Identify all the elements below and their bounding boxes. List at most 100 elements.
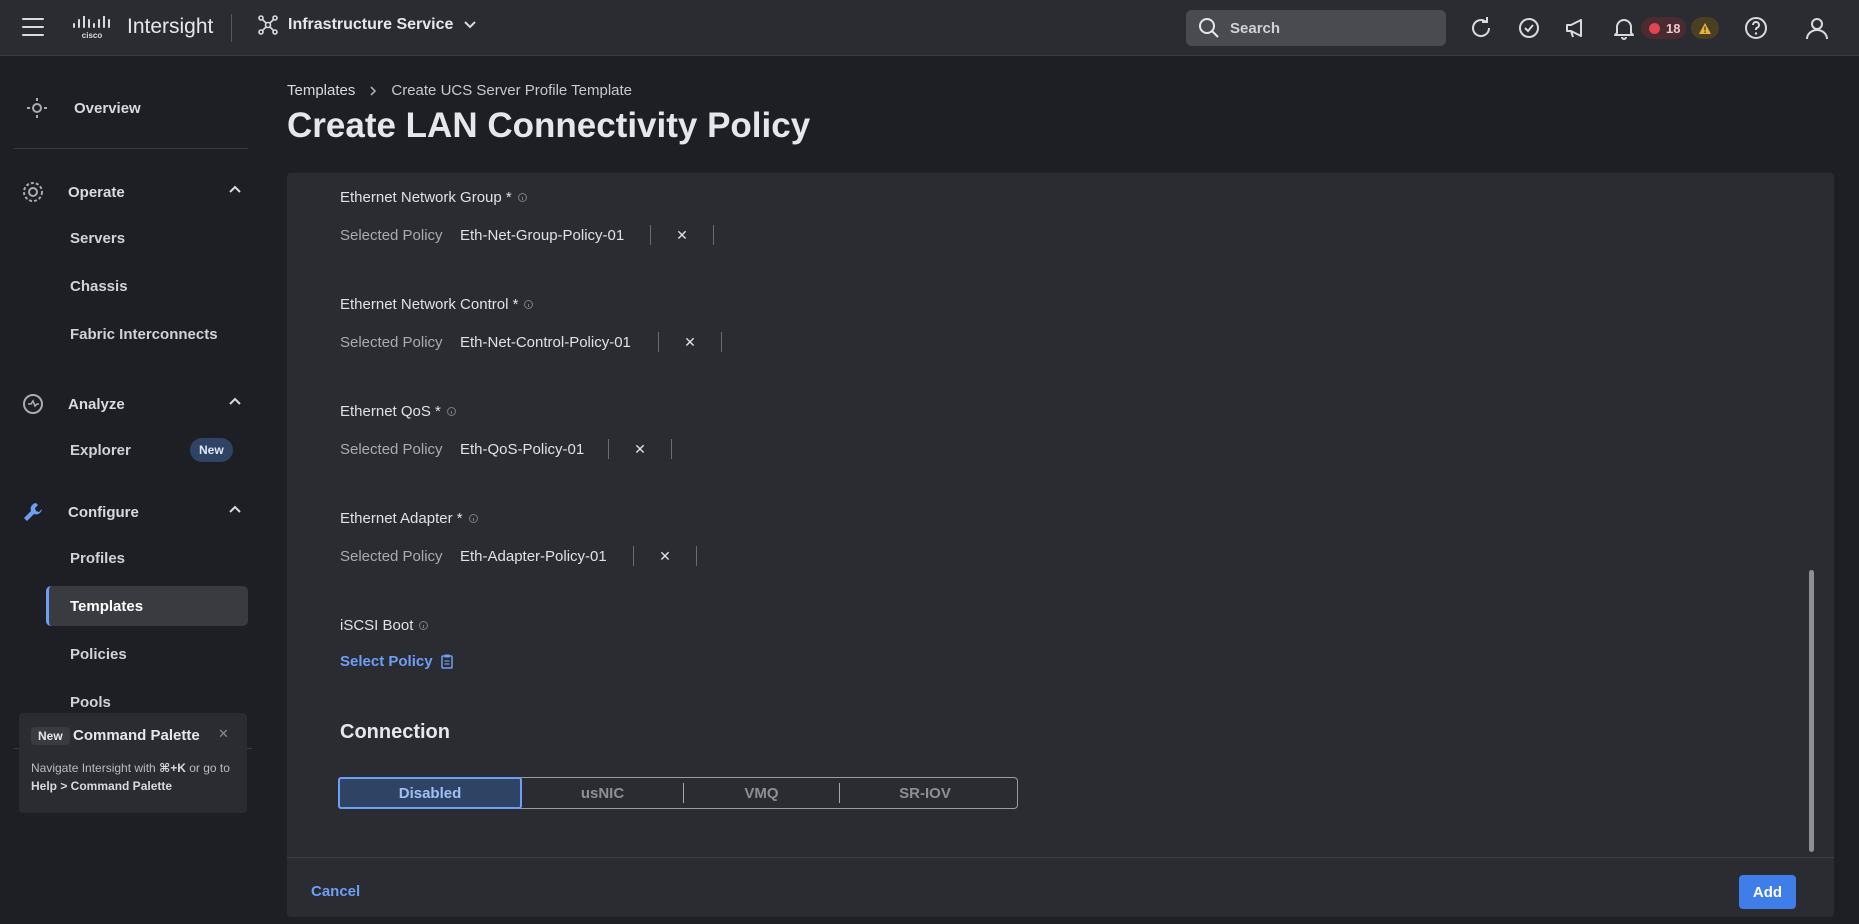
separator bbox=[713, 225, 714, 245]
header-divider bbox=[231, 14, 232, 42]
command-palette-title: Command Palette bbox=[73, 727, 200, 744]
scrollbar[interactable] bbox=[1809, 570, 1814, 852]
segment-usnic[interactable]: usNIC bbox=[522, 778, 683, 808]
connection-title: Connection bbox=[340, 721, 450, 743]
sidebar-item-servers[interactable]: Servers bbox=[70, 230, 125, 247]
breadcrumb-current: Create UCS Server Profile Template bbox=[391, 82, 633, 99]
label-text: iSCSI Boot bbox=[340, 617, 414, 634]
cp-shortcut: ⌘+K bbox=[159, 761, 186, 775]
sidebar-item-policies[interactable]: Policies bbox=[70, 646, 127, 663]
sidebar-item-label: Overview bbox=[74, 99, 141, 117]
warning-badge[interactable] bbox=[1691, 17, 1719, 39]
segment-disabled[interactable]: Disabled bbox=[338, 777, 522, 809]
cancel-button[interactable]: Cancel bbox=[311, 883, 360, 900]
service-switcher[interactable]: Infrastructure Service bbox=[258, 15, 477, 35]
sidebar-item-templates[interactable]: Templates bbox=[70, 598, 143, 615]
analyze-icon bbox=[23, 394, 43, 414]
separator bbox=[671, 439, 672, 459]
bell-icon[interactable] bbox=[1611, 15, 1637, 41]
policy-value[interactable]: Eth-QoS-Policy-01 bbox=[460, 441, 608, 458]
policy-value[interactable]: Eth-Adapter-Policy-01 bbox=[460, 548, 633, 565]
policy-row-eth-network-control: Selected Policy Eth-Net-Control-Policy-0… bbox=[340, 332, 722, 352]
label-text: Ethernet Network Group * bbox=[340, 189, 512, 206]
sidebar-section-configure[interactable]: Configure bbox=[22, 501, 242, 523]
cp-path: Help > Command Palette bbox=[31, 779, 173, 793]
section-label: Analyze bbox=[68, 395, 125, 413]
field-label-eth-network-control: Ethernet Network Control * bbox=[340, 296, 534, 313]
wrench-icon bbox=[24, 503, 42, 521]
field-label-eth-adapter: Ethernet Adapter * bbox=[340, 510, 478, 527]
error-icon bbox=[1649, 22, 1660, 34]
separator bbox=[696, 546, 697, 566]
policy-value[interactable]: Eth-Net-Group-Policy-01 bbox=[460, 227, 650, 244]
field-label-eth-network-group: Ethernet Network Group * bbox=[340, 189, 527, 206]
separator bbox=[721, 332, 722, 352]
sidebar-section-analyze[interactable]: Analyze bbox=[22, 393, 242, 415]
label-text: Ethernet Adapter * bbox=[340, 510, 463, 527]
info-icon[interactable] bbox=[446, 407, 456, 416]
cisco-logo: cisco bbox=[73, 16, 110, 40]
policy-key: Selected Policy bbox=[340, 547, 443, 565]
chevron-up-icon bbox=[229, 397, 241, 405]
sidebar-item-pools[interactable]: Pools bbox=[70, 694, 111, 711]
help-icon[interactable] bbox=[1743, 15, 1769, 41]
clear-icon[interactable]: ✕ bbox=[659, 334, 721, 351]
megaphone-icon[interactable] bbox=[1563, 15, 1589, 41]
warning-icon bbox=[1699, 22, 1711, 34]
new-badge: New bbox=[190, 438, 233, 462]
policy-row-eth-adapter: Selected Policy Eth-Adapter-Policy-01 ✕ bbox=[340, 546, 697, 566]
select-policy-label: Select Policy bbox=[340, 653, 433, 670]
info-icon[interactable] bbox=[468, 514, 478, 523]
policy-value[interactable]: Eth-Net-Control-Policy-01 bbox=[460, 334, 658, 351]
clear-icon[interactable]: ✕ bbox=[634, 548, 696, 565]
sidebar-item-overview[interactable]: Overview bbox=[24, 95, 141, 121]
breadcrumb-link-templates[interactable]: Templates bbox=[287, 82, 355, 99]
refresh-icon[interactable] bbox=[1468, 15, 1494, 41]
top-bar: cisco Intersight Infrastructure Service … bbox=[0, 0, 1859, 56]
search-icon bbox=[1199, 18, 1219, 38]
label-text: Ethernet Network Control * bbox=[340, 296, 519, 313]
policy-row-eth-qos: Selected Policy Eth-QoS-Policy-01 ✕ bbox=[340, 439, 672, 459]
sidebar-divider bbox=[14, 148, 248, 149]
sidebar-item-profiles[interactable]: Profiles bbox=[70, 550, 125, 567]
overview-icon bbox=[27, 98, 47, 118]
command-palette-text: Navigate Intersight with ⌘+K or go to He… bbox=[31, 759, 241, 795]
add-button[interactable]: Add bbox=[1739, 875, 1796, 909]
command-palette-card: New Command Palette ✕ Navigate Intersigh… bbox=[19, 713, 247, 813]
app-title: Intersight bbox=[127, 15, 214, 38]
policy-row-eth-network-group: Selected Policy Eth-Net-Group-Policy-01 … bbox=[340, 225, 714, 245]
check-circle-icon[interactable] bbox=[1516, 15, 1542, 41]
clear-icon[interactable]: ✕ bbox=[651, 227, 713, 244]
field-label-eth-qos: Ethernet QoS * bbox=[340, 403, 456, 420]
document-icon bbox=[440, 654, 453, 669]
alarm-badge[interactable]: 18 bbox=[1641, 17, 1686, 39]
close-icon[interactable]: ✕ bbox=[218, 726, 229, 742]
policy-key: Selected Policy bbox=[340, 226, 443, 244]
info-icon[interactable] bbox=[524, 300, 534, 309]
page-title: Create LAN Connectivity Policy bbox=[287, 106, 811, 145]
chevron-down-icon bbox=[464, 21, 477, 29]
segment-sr-iov[interactable]: SR-IOV bbox=[840, 778, 1010, 808]
segment-vmq[interactable]: VMQ bbox=[684, 778, 839, 808]
gear-icon bbox=[23, 182, 43, 202]
service-label: Infrastructure Service bbox=[288, 16, 454, 33]
user-icon[interactable] bbox=[1804, 15, 1830, 41]
breadcrumb: Templates Create UCS Server Profile Temp… bbox=[287, 82, 632, 99]
chevron-up-icon bbox=[229, 505, 241, 513]
cp-text-pre: Navigate Intersight with bbox=[31, 761, 160, 775]
select-policy-link[interactable]: Select Policy bbox=[340, 653, 453, 670]
clear-icon[interactable]: ✕ bbox=[609, 441, 671, 458]
sidebar-section-operate[interactable]: Operate bbox=[22, 181, 242, 203]
info-icon[interactable] bbox=[517, 193, 527, 202]
menu-icon[interactable] bbox=[22, 18, 44, 36]
policy-key: Selected Policy bbox=[340, 333, 443, 351]
info-icon[interactable] bbox=[419, 621, 429, 630]
svg-text:cisco: cisco bbox=[82, 31, 103, 40]
search-input[interactable] bbox=[1230, 19, 1430, 37]
search-box[interactable] bbox=[1186, 10, 1446, 46]
sidebar-item-fabric-interconnects[interactable]: Fabric Interconnects bbox=[70, 326, 218, 343]
field-label-iscsi-boot: iSCSI Boot bbox=[340, 617, 429, 634]
sidebar-item-explorer[interactable]: Explorer bbox=[70, 442, 131, 459]
sidebar-item-chassis[interactable]: Chassis bbox=[70, 278, 128, 295]
policy-key: Selected Policy bbox=[340, 440, 443, 458]
